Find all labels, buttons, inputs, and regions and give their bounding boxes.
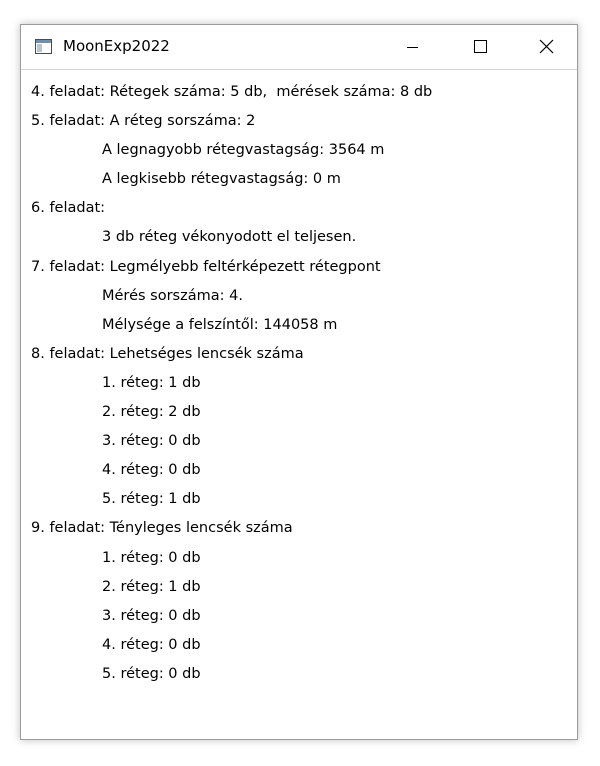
maximize-button[interactable] xyxy=(458,25,504,69)
output-line-task5: 5. feladat: A réteg sorszáma: 2 xyxy=(31,113,256,130)
close-button[interactable] xyxy=(524,25,570,69)
list-item: 4. réteg: 0 db xyxy=(102,462,201,479)
output-line-task4: 4. feladat: Rétegek száma: 5 db, mérések… xyxy=(31,84,433,100)
output-line-min-thickness: A legkisebb rétegvastagság: 0 m xyxy=(102,171,341,188)
window-title: MoonExp2022 xyxy=(63,37,170,55)
app-window: MoonExp2022 4. feladat: Rétegek száma: 5… xyxy=(20,24,578,740)
list-item: 2. réteg: 1 db xyxy=(102,578,201,595)
list-item: 1. réteg: 1 db xyxy=(102,374,201,391)
output-line-task6: 6. feladat: xyxy=(31,200,106,217)
list-item: 3. réteg: 0 db xyxy=(102,433,201,450)
output-text-area: 4. feladat: Rétegek száma: 5 db, mérések… xyxy=(21,70,577,689)
list-item: 2. réteg: 2 db xyxy=(102,404,201,421)
output-line-max-thickness: A legnagyobb rétegvastagság: 3564 m xyxy=(102,142,385,159)
list-item: 4. réteg: 0 db xyxy=(102,636,201,653)
minimize-button[interactable] xyxy=(390,25,436,69)
output-line-task9: 9. feladat: Tényleges lencsék száma xyxy=(31,520,293,537)
output-line-depth: Mélysége a felszíntől: 144058 m xyxy=(102,316,338,333)
title-bar[interactable]: MoonExp2022 xyxy=(21,25,577,70)
list-item: 5. réteg: 0 db xyxy=(102,665,201,682)
output-line-measurement-index: Mérés sorszáma: 4. xyxy=(102,287,243,304)
output-line-thinned-layers: 3 db réteg vékonyodott el teljesen. xyxy=(102,229,357,246)
window-app-icon xyxy=(35,39,52,54)
output-line-task8: 8. feladat: Lehetséges lencsék száma xyxy=(31,345,304,362)
list-item: 3. réteg: 0 db xyxy=(102,607,201,624)
list-item: 5. réteg: 1 db xyxy=(102,491,201,508)
output-line-task7: 7. feladat: Legmélyebb feltérképezett ré… xyxy=(31,258,381,275)
list-item: 1. réteg: 0 db xyxy=(102,549,201,566)
